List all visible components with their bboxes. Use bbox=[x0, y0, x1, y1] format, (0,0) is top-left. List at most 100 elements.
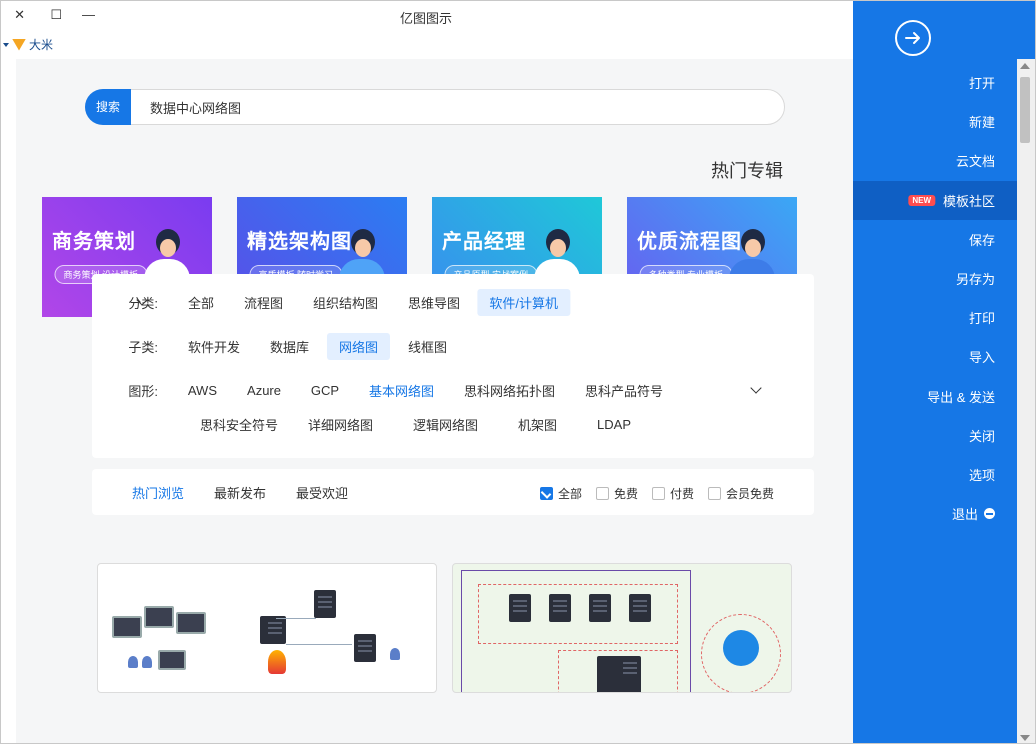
back-arrow-icon[interactable] bbox=[895, 20, 931, 56]
sidebar-item-open[interactable]: 打开 bbox=[853, 63, 1035, 102]
rack-icon bbox=[597, 656, 641, 693]
connection-line bbox=[286, 644, 352, 645]
sidebar-item-options[interactable]: 选项 bbox=[853, 455, 1035, 494]
sidebar-item-save-as[interactable]: 另存为 bbox=[853, 259, 1035, 298]
exit-icon bbox=[984, 508, 995, 520]
chip-shape-gcp[interactable]: GCP bbox=[299, 379, 351, 402]
chip-shape-basic-network[interactable]: 基本网络图 bbox=[357, 377, 446, 404]
monitor-icon bbox=[176, 612, 206, 634]
checkbox-free[interactable]: 免费 bbox=[595, 485, 638, 502]
filter-row-category: 分类: 全部 流程图 组织结构图 思维导图 软件/计算机 bbox=[128, 288, 571, 316]
server-icon bbox=[314, 590, 336, 618]
sidebar-item-cloud[interactable]: 云文档 bbox=[853, 141, 1035, 180]
chip-sub-dev[interactable]: 软件开发 bbox=[176, 333, 252, 360]
user-icon bbox=[390, 648, 400, 660]
chip-shape-ldap[interactable]: LDAP bbox=[585, 413, 643, 436]
connection-line bbox=[276, 618, 316, 619]
template-card-network[interactable] bbox=[97, 563, 437, 693]
chip-shape-cisco-products[interactable]: 思科产品符号 bbox=[573, 377, 675, 404]
firewall-icon bbox=[268, 650, 286, 674]
checkbox-checked-icon[interactable] bbox=[539, 487, 553, 500]
server-icon bbox=[509, 594, 531, 622]
sidebar-item-label: 选项 bbox=[968, 467, 995, 483]
user-icon bbox=[142, 656, 152, 668]
chevron-down-icon[interactable] bbox=[750, 382, 762, 394]
chip-category-org[interactable]: 组织结构图 bbox=[301, 289, 390, 316]
chip-sub-network[interactable]: 网络图 bbox=[326, 332, 390, 360]
chip-shape-azure[interactable]: Azure bbox=[235, 379, 293, 402]
server-icon bbox=[260, 616, 286, 644]
minimize-button[interactable]: — bbox=[78, 5, 100, 25]
tab-popular[interactable]: 最受欢迎 bbox=[296, 483, 348, 502]
sidebar-item-import[interactable]: 导入 bbox=[853, 337, 1035, 376]
search-button[interactable]: 搜索 bbox=[85, 89, 131, 125]
sort-bar: 热门浏览 最新发布 最受欢迎 全部 免费 付费 会员免费 bbox=[92, 469, 814, 515]
sidebar-item-label: 保存 bbox=[968, 232, 995, 248]
sidebar-item-label: 打印 bbox=[968, 311, 995, 327]
maximize-button[interactable]: ☐ bbox=[45, 5, 67, 25]
chip-category-software[interactable]: 软件/计算机 bbox=[477, 288, 571, 316]
sidebar-item-exit[interactable]: 退出 bbox=[853, 494, 1035, 533]
sidebar-item-label: 新建 bbox=[968, 115, 995, 131]
server-icon bbox=[629, 594, 651, 622]
chip-category-mindmap[interactable]: 思维导图 bbox=[396, 289, 472, 316]
chip-category-flowchart[interactable]: 流程图 bbox=[232, 289, 295, 316]
vertical-scrollbar[interactable] bbox=[1017, 59, 1035, 744]
checkbox-paid[interactable]: 付费 bbox=[651, 485, 694, 502]
server-icon bbox=[549, 594, 571, 622]
sidebar-item-label: 云文档 bbox=[955, 154, 995, 170]
search-input[interactable] bbox=[150, 90, 770, 124]
sidebar-item-new[interactable]: 新建 bbox=[853, 102, 1035, 141]
sidebar-item-save[interactable]: 保存 bbox=[853, 220, 1035, 259]
scroll-up-icon[interactable] bbox=[1020, 63, 1030, 69]
search-bar: 搜索 bbox=[85, 89, 785, 125]
sidebar-item-close[interactable]: 关闭 bbox=[853, 416, 1035, 455]
chip-shape-detailed-network[interactable]: 详细网络图 bbox=[296, 411, 385, 438]
filter-label: 子类: bbox=[128, 339, 158, 355]
monitor-icon bbox=[158, 650, 186, 670]
template-card-datacenter[interactable] bbox=[452, 563, 792, 693]
window-title: 亿图图示 bbox=[400, 11, 453, 26]
sidebar-item-label: 退出 bbox=[951, 507, 978, 523]
sidebar-item-print[interactable]: 打印 bbox=[853, 298, 1035, 337]
sidebar-item-label: 关闭 bbox=[968, 428, 995, 444]
chevron-down-icon bbox=[3, 42, 9, 47]
checkbox-all[interactable]: 全部 bbox=[539, 485, 582, 502]
tab-latest[interactable]: 最新发布 bbox=[214, 483, 266, 502]
vip-icon bbox=[12, 39, 26, 51]
chip-shape-cisco-topology[interactable]: 思科网络拓扑图 bbox=[452, 377, 567, 404]
checkbox-icon[interactable] bbox=[595, 487, 609, 500]
chip-shape-logical-network[interactable]: 逻辑网络图 bbox=[401, 411, 490, 438]
filter-row-subcategory: 子类: 软件开发 数据库 网络图 线框图 bbox=[128, 332, 459, 360]
server-icon bbox=[354, 634, 376, 662]
chip-sub-wireframe[interactable]: 线框图 bbox=[396, 333, 459, 360]
chip-sub-db[interactable]: 数据库 bbox=[258, 333, 321, 360]
monitor-icon bbox=[112, 616, 142, 638]
close-button[interactable]: ✕ bbox=[9, 5, 31, 25]
checkbox-member-free[interactable]: 会员免费 bbox=[707, 485, 774, 502]
title-bar: 亿图图示 — ☐ ✕ bbox=[0, 1, 853, 31]
sidebar-menu: 打开 新建 云文档 模板社区 NEW 保存 另存为 打印 导入 导出 & 发送 … bbox=[853, 63, 1035, 533]
user-name: 大米 bbox=[29, 38, 54, 52]
chip-shape-aws[interactable]: AWS bbox=[176, 379, 229, 402]
checkbox-icon[interactable] bbox=[651, 487, 665, 500]
new-badge: NEW bbox=[908, 194, 935, 206]
user-menu[interactable]: 大米 bbox=[3, 36, 53, 53]
chip-shape-rack[interactable]: 机架图 bbox=[506, 411, 569, 438]
filter-label: 图形: bbox=[128, 383, 158, 399]
price-filters: 全部 免费 付费 会员免费 bbox=[539, 485, 774, 502]
user-icon bbox=[128, 656, 138, 668]
scrollbar-thumb[interactable] bbox=[1020, 77, 1030, 143]
sidebar-item-export[interactable]: 导出 & 发送 bbox=[853, 377, 1035, 416]
monitor-icon bbox=[144, 606, 174, 628]
sidebar-item-label: 打开 bbox=[968, 76, 995, 92]
user-bar: 大米 bbox=[0, 31, 853, 59]
chip-shape-cisco-security[interactable]: 思科安全符号 bbox=[188, 411, 290, 438]
scroll-down-icon[interactable] bbox=[1020, 735, 1030, 741]
checkbox-icon[interactable] bbox=[707, 487, 721, 500]
banner-title: 产品经理 bbox=[442, 231, 526, 253]
sidebar-item-template-community[interactable]: 模板社区 NEW bbox=[853, 180, 1035, 220]
banner-title: 商务策划 bbox=[52, 231, 136, 253]
tab-hot[interactable]: 热门浏览 bbox=[132, 483, 184, 502]
chip-category-all[interactable]: 全部 bbox=[176, 289, 226, 316]
